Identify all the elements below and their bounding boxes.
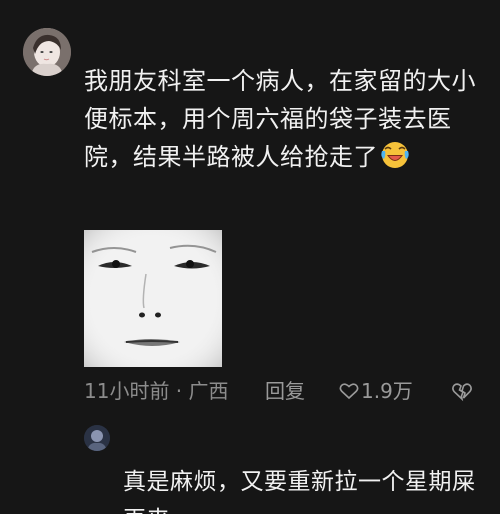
like-count: 1.9万 [361,379,413,403]
reply-avatar[interactable] [84,425,110,451]
reply-text: 真是麻烦，又要重新拉一个星期屎再来 [123,469,476,514]
heart-icon [339,383,359,400]
commenter-avatar[interactable] [23,28,71,76]
like-button[interactable]: 1.9万 [339,376,413,406]
broken-heart-icon [452,383,472,402]
dislike-button[interactable] [451,376,473,406]
reply-avatar-image [84,425,110,451]
comment-body: 我朋友科室一个病人，在家留的大小便标本，用个周六福的袋子装去医院，结果半路被人给… [84,67,476,171]
meme-face-sticker[interactable] [84,230,222,367]
reply-button[interactable]: 回复 [265,376,305,406]
laughing-crying-emoji-icon [380,140,410,170]
comment-meta-row: 11小时前 · 广西 回复 1.9万 [84,376,484,406]
comment-thread: 我朋友科室一个病人，在家留的大小便标本，用个周六福的袋子装去医院，结果半路被人给… [0,0,500,514]
avatar-image [23,28,71,76]
comment-time-location: 11小时前 · 广西 [84,379,229,403]
comment-text: 我朋友科室一个病人，在家留的大小便标本，用个周六福的袋子装去医院，结果半路被人给… [84,62,484,176]
